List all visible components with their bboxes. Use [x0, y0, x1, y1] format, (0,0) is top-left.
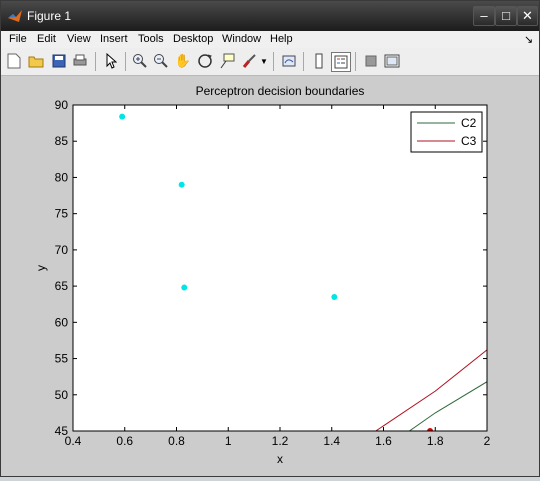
window-title: Figure 1	[27, 9, 72, 23]
figure-canvas: Perceptron decision boundaries 0.4 0.6 0.8 1…	[1, 76, 539, 476]
toolbar-separator	[273, 52, 274, 71]
y-tick-label: 60	[55, 315, 69, 329]
data-point-cyan	[119, 113, 126, 120]
title-bar: Figure 1 – □ ✕	[1, 1, 539, 31]
x-tick-label: 1	[225, 434, 232, 448]
rotate-3d-icon[interactable]	[196, 52, 214, 70]
pointer-icon[interactable]	[102, 52, 120, 70]
data-point-cyan	[331, 293, 338, 300]
toolbar-separator	[125, 52, 126, 71]
menu-desktop[interactable]: Desktop	[173, 33, 213, 45]
y-tick-label: 55	[55, 352, 69, 366]
x-tick-label: 1.8	[427, 434, 444, 448]
link-plot-icon[interactable]	[280, 52, 298, 70]
axes-background	[73, 105, 487, 431]
menu-window[interactable]: Window	[222, 33, 261, 45]
chart-title: Perceptron decision boundaries	[196, 84, 365, 98]
figure-window: Figure 1 – □ ✕ File Edit View Insert Too…	[0, 0, 540, 477]
menu-insert[interactable]: Insert	[100, 33, 128, 45]
save-icon[interactable]	[50, 52, 68, 70]
open-file-icon[interactable]	[27, 52, 45, 70]
close-icon: ✕	[522, 8, 533, 23]
print-icon[interactable]	[71, 52, 89, 70]
legend-label-c3: C3	[461, 134, 477, 148]
brush-icon[interactable]	[240, 52, 258, 70]
pan-icon[interactable]: ✋	[174, 52, 192, 70]
maximize-button[interactable]: □	[495, 6, 517, 26]
minimize-button[interactable]: –	[473, 6, 495, 26]
x-tick-label: 0.8	[168, 434, 185, 448]
zoom-in-icon[interactable]	[131, 52, 149, 70]
data-cursor-icon[interactable]	[218, 52, 236, 70]
show-plot-tools-icon[interactable]	[383, 52, 401, 70]
data-point-cyan	[178, 181, 185, 188]
maximize-icon: □	[502, 8, 510, 23]
legend-icon[interactable]	[331, 52, 351, 72]
menu-edit[interactable]: Edit	[37, 33, 56, 45]
toolbar-separator	[303, 52, 304, 71]
menu-tools[interactable]: Tools	[138, 33, 164, 45]
legend-label-c2: C2	[461, 116, 477, 130]
y-axis-label: y	[34, 265, 48, 271]
y-tick-label: 50	[55, 388, 69, 402]
brush-dropdown-icon[interactable]: ▼	[259, 52, 269, 70]
x-tick-label: 1.6	[375, 434, 392, 448]
y-tick-label: 75	[55, 207, 69, 221]
menu-bar: File Edit View Insert Tools Desktop Wind…	[1, 31, 539, 48]
zoom-out-icon[interactable]	[152, 52, 170, 70]
toolbar-separator	[355, 52, 356, 71]
y-tick-label: 65	[55, 279, 69, 293]
minimize-icon: –	[480, 8, 488, 23]
dock-arrow-icon[interactable]: ↘	[524, 33, 533, 46]
x-tick-label: 1.4	[323, 434, 340, 448]
colorbar-icon[interactable]	[310, 52, 328, 70]
menu-view[interactable]: View	[67, 33, 91, 45]
matlab-logo-icon	[8, 10, 22, 22]
chart: Perceptron decision boundaries0.4 0.6 0.8 1…	[34, 84, 491, 466]
x-tick-label: 2	[484, 434, 491, 448]
new-figure-icon[interactable]	[5, 52, 23, 70]
y-tick-label: 85	[55, 134, 69, 148]
menu-help[interactable]: Help	[270, 33, 293, 45]
y-tick-label: 70	[55, 243, 69, 257]
close-button[interactable]: ✕	[517, 6, 538, 26]
x-tick-label: 0.6	[116, 434, 133, 448]
hide-plot-tools-icon[interactable]	[362, 52, 380, 70]
x-tick-label: 1.2	[272, 434, 289, 448]
figure-toolbar: ✋ ▼	[1, 48, 539, 76]
y-tick-label: 80	[55, 170, 69, 184]
y-tick-label: 90	[55, 98, 69, 112]
x-axis-label: x	[277, 452, 283, 466]
y-tick-label: 45	[55, 424, 69, 438]
data-point-cyan	[181, 284, 188, 291]
menu-file[interactable]: File	[9, 33, 27, 45]
toolbar-separator	[95, 52, 96, 71]
